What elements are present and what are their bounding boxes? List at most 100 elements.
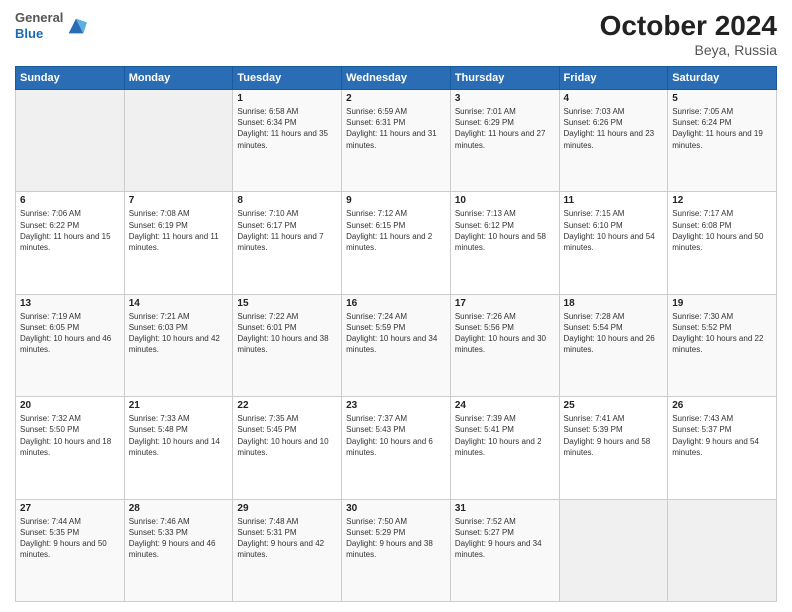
day-number: 8 bbox=[237, 195, 337, 206]
day-number: 12 bbox=[672, 195, 772, 206]
day-number: 16 bbox=[346, 298, 446, 309]
day-number: 3 bbox=[455, 93, 555, 104]
day-info: Sunrise: 7:52 AMSunset: 5:27 PMDaylight:… bbox=[455, 516, 555, 561]
day-info: Sunrise: 7:21 AMSunset: 6:03 PMDaylight:… bbox=[129, 311, 229, 356]
day-info: Sunrise: 7:26 AMSunset: 5:56 PMDaylight:… bbox=[455, 311, 555, 356]
day-number: 18 bbox=[564, 298, 664, 309]
logo-icon bbox=[65, 15, 87, 37]
day-number: 6 bbox=[20, 195, 120, 206]
day-number: 30 bbox=[346, 503, 446, 514]
day-info: Sunrise: 6:59 AMSunset: 6:31 PMDaylight:… bbox=[346, 106, 446, 151]
day-info: Sunrise: 7:32 AMSunset: 5:50 PMDaylight:… bbox=[20, 413, 120, 458]
day-info: Sunrise: 7:06 AMSunset: 6:22 PMDaylight:… bbox=[20, 208, 120, 253]
calendar-cell: 9 Sunrise: 7:12 AMSunset: 6:15 PMDaylight… bbox=[342, 192, 451, 294]
day-number: 25 bbox=[564, 400, 664, 411]
calendar-table: SundayMondayTuesdayWednesdayThursdayFrid… bbox=[15, 66, 777, 602]
weekday-header: Tuesday bbox=[233, 67, 342, 90]
calendar-cell: 2 Sunrise: 6:59 AMSunset: 6:31 PMDaylight… bbox=[342, 90, 451, 192]
calendar-cell: 25 Sunrise: 7:41 AMSunset: 5:39 PMDayligh… bbox=[559, 397, 668, 499]
calendar-subtitle: Beya, Russia bbox=[600, 42, 777, 58]
calendar-cell bbox=[124, 90, 233, 192]
weekday-row: SundayMondayTuesdayWednesdayThursdayFrid… bbox=[16, 67, 777, 90]
day-number: 22 bbox=[237, 400, 337, 411]
calendar-header: SundayMondayTuesdayWednesdayThursdayFrid… bbox=[16, 67, 777, 90]
calendar-body: 1 Sunrise: 6:58 AMSunset: 6:34 PMDaylight… bbox=[16, 90, 777, 602]
weekday-header: Friday bbox=[559, 67, 668, 90]
day-info: Sunrise: 7:50 AMSunset: 5:29 PMDaylight:… bbox=[346, 516, 446, 561]
calendar-cell bbox=[16, 90, 125, 192]
day-info: Sunrise: 7:12 AMSunset: 6:15 PMDaylight:… bbox=[346, 208, 446, 253]
logo-line1: General bbox=[15, 10, 63, 26]
day-info: Sunrise: 7:35 AMSunset: 5:45 PMDaylight:… bbox=[237, 413, 337, 458]
day-number: 11 bbox=[564, 195, 664, 206]
calendar-cell: 26Sunrise: 7:43 AMSunset: 5:37 PMDayligh… bbox=[668, 397, 777, 499]
calendar-cell: 27Sunrise: 7:44 AMSunset: 5:35 PMDayligh… bbox=[16, 499, 125, 601]
weekday-header: Thursday bbox=[450, 67, 559, 90]
header: General Blue October 2024 Beya, Russia bbox=[15, 10, 777, 58]
calendar-cell: 17 Sunrise: 7:26 AMSunset: 5:56 PMDayligh… bbox=[450, 294, 559, 396]
day-info: Sunrise: 7:30 AMSunset: 5:52 PMDaylight:… bbox=[672, 311, 772, 356]
day-number: 2 bbox=[346, 93, 446, 104]
logo-line2: Blue bbox=[15, 26, 63, 42]
logo: General Blue bbox=[15, 10, 87, 41]
calendar-week-row: 20Sunrise: 7:32 AMSunset: 5:50 PMDayligh… bbox=[16, 397, 777, 499]
logo-text: General Blue bbox=[15, 10, 63, 41]
calendar-cell: 13Sunrise: 7:19 AMSunset: 6:05 PMDayligh… bbox=[16, 294, 125, 396]
day-info: Sunrise: 7:17 AMSunset: 6:08 PMDaylight:… bbox=[672, 208, 772, 253]
calendar-cell: 12 Sunrise: 7:17 AMSunset: 6:08 PMDayligh… bbox=[668, 192, 777, 294]
calendar-week-row: 6 Sunrise: 7:06 AMSunset: 6:22 PMDaylight… bbox=[16, 192, 777, 294]
day-info: Sunrise: 7:33 AMSunset: 5:48 PMDaylight:… bbox=[129, 413, 229, 458]
day-number: 21 bbox=[129, 400, 229, 411]
day-number: 15 bbox=[237, 298, 337, 309]
day-number: 17 bbox=[455, 298, 555, 309]
day-number: 26 bbox=[672, 400, 772, 411]
calendar-cell: 5Sunrise: 7:05 AMSunset: 6:24 PMDaylight… bbox=[668, 90, 777, 192]
calendar-cell bbox=[668, 499, 777, 601]
day-info: Sunrise: 7:03 AMSunset: 6:26 PMDaylight:… bbox=[564, 106, 664, 151]
day-number: 4 bbox=[564, 93, 664, 104]
calendar-week-row: 13Sunrise: 7:19 AMSunset: 6:05 PMDayligh… bbox=[16, 294, 777, 396]
calendar-cell: 22 Sunrise: 7:35 AMSunset: 5:45 PMDayligh… bbox=[233, 397, 342, 499]
day-number: 5 bbox=[672, 93, 772, 104]
calendar-cell: 23 Sunrise: 7:37 AMSunset: 5:43 PMDayligh… bbox=[342, 397, 451, 499]
day-info: Sunrise: 7:39 AMSunset: 5:41 PMDaylight:… bbox=[455, 413, 555, 458]
calendar-cell: 29Sunrise: 7:48 AMSunset: 5:31 PMDayligh… bbox=[233, 499, 342, 601]
day-info: Sunrise: 7:48 AMSunset: 5:31 PMDaylight:… bbox=[237, 516, 337, 561]
day-info: Sunrise: 7:01 AMSunset: 6:29 PMDaylight:… bbox=[455, 106, 555, 151]
day-info: Sunrise: 6:58 AMSunset: 6:34 PMDaylight:… bbox=[237, 106, 337, 151]
weekday-header: Sunday bbox=[16, 67, 125, 90]
calendar-cell: 14 Sunrise: 7:21 AMSunset: 6:03 PMDayligh… bbox=[124, 294, 233, 396]
day-number: 1 bbox=[237, 93, 337, 104]
day-number: 23 bbox=[346, 400, 446, 411]
calendar-cell: 8Sunrise: 7:10 AMSunset: 6:17 PMDaylight… bbox=[233, 192, 342, 294]
calendar-cell: 28 Sunrise: 7:46 AMSunset: 5:33 PMDayligh… bbox=[124, 499, 233, 601]
calendar-cell: 11Sunrise: 7:15 AMSunset: 6:10 PMDayligh… bbox=[559, 192, 668, 294]
day-number: 31 bbox=[455, 503, 555, 514]
calendar-cell bbox=[559, 499, 668, 601]
calendar-cell: 24 Sunrise: 7:39 AMSunset: 5:41 PMDayligh… bbox=[450, 397, 559, 499]
day-info: Sunrise: 7:37 AMSunset: 5:43 PMDaylight:… bbox=[346, 413, 446, 458]
day-number: 28 bbox=[129, 503, 229, 514]
calendar-cell: 3 Sunrise: 7:01 AMSunset: 6:29 PMDaylight… bbox=[450, 90, 559, 192]
day-number: 9 bbox=[346, 195, 446, 206]
title-block: October 2024 Beya, Russia bbox=[600, 10, 777, 58]
day-number: 24 bbox=[455, 400, 555, 411]
day-info: Sunrise: 7:41 AMSunset: 5:39 PMDaylight:… bbox=[564, 413, 664, 458]
calendar-cell: 18Sunrise: 7:28 AMSunset: 5:54 PMDayligh… bbox=[559, 294, 668, 396]
calendar-cell: 16 Sunrise: 7:24 AMSunset: 5:59 PMDayligh… bbox=[342, 294, 451, 396]
calendar-cell: 1 Sunrise: 6:58 AMSunset: 6:34 PMDaylight… bbox=[233, 90, 342, 192]
day-number: 27 bbox=[20, 503, 120, 514]
calendar-cell: 30 Sunrise: 7:50 AMSunset: 5:29 PMDayligh… bbox=[342, 499, 451, 601]
day-info: Sunrise: 7:24 AMSunset: 5:59 PMDaylight:… bbox=[346, 311, 446, 356]
calendar: SundayMondayTuesdayWednesdayThursdayFrid… bbox=[15, 66, 777, 602]
day-number: 19 bbox=[672, 298, 772, 309]
day-info: Sunrise: 7:19 AMSunset: 6:05 PMDaylight:… bbox=[20, 311, 120, 356]
day-number: 14 bbox=[129, 298, 229, 309]
weekday-header: Saturday bbox=[668, 67, 777, 90]
calendar-cell: 6 Sunrise: 7:06 AMSunset: 6:22 PMDaylight… bbox=[16, 192, 125, 294]
calendar-cell: 31 Sunrise: 7:52 AMSunset: 5:27 PMDayligh… bbox=[450, 499, 559, 601]
calendar-title: October 2024 bbox=[600, 10, 777, 42]
day-info: Sunrise: 7:46 AMSunset: 5:33 PMDaylight:… bbox=[129, 516, 229, 561]
day-number: 10 bbox=[455, 195, 555, 206]
day-number: 7 bbox=[129, 195, 229, 206]
